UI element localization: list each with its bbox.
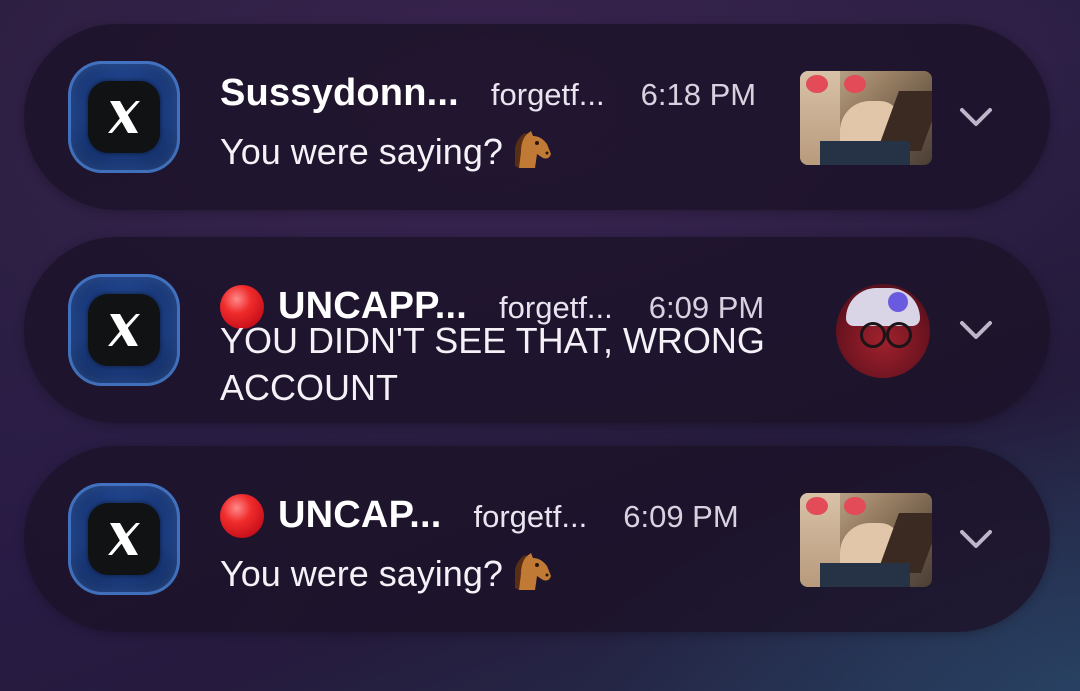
live-indicator-icon xyxy=(220,494,264,538)
account-name: forgetf... xyxy=(490,77,605,112)
message-text: You were saying? xyxy=(220,553,503,594)
chevron-down-icon[interactable] xyxy=(956,315,996,345)
notification-card[interactable]: UNCAP... forgetf... 6:09 PM You were say… xyxy=(24,446,1050,632)
notification-card[interactable]: UNCAPP... forgetf... 6:09 PM YOU DIDN'T … xyxy=(24,237,1050,423)
notification-header: Sussydonn... forgetf... 6:18 PM xyxy=(220,72,756,115)
chevron-down-icon[interactable] xyxy=(956,524,996,554)
timestamp: 6:09 PM xyxy=(623,499,739,534)
account-name: forgetf... xyxy=(473,499,588,534)
x-app-icon xyxy=(68,483,180,595)
avatar[interactable] xyxy=(836,284,930,378)
notification-header: UNCAP... forgetf... 6:09 PM xyxy=(220,494,739,538)
image-thumbnail[interactable] xyxy=(800,71,932,165)
x-app-icon xyxy=(68,61,180,173)
notification-message: YOU DIDN'T SEE THAT, WRONG ACCOUNT xyxy=(220,317,800,411)
horse-face-emoji xyxy=(509,552,553,603)
timestamp: 6:18 PM xyxy=(640,77,757,112)
x-app-icon xyxy=(68,274,180,386)
message-text: YOU DIDN'T SEE THAT, WRONG ACCOUNT xyxy=(220,320,765,408)
sender-name: Sussydonn... xyxy=(220,72,459,114)
notification-card[interactable]: Sussydonn... forgetf... 6:18 PM You were… xyxy=(24,24,1050,210)
message-text: You were saying? xyxy=(220,131,503,172)
chevron-down-icon[interactable] xyxy=(956,102,996,132)
notification-message: You were saying? xyxy=(220,128,800,181)
notification-message: You were saying? xyxy=(220,550,800,603)
horse-face-emoji xyxy=(509,130,553,181)
sender-name: UNCAP... xyxy=(278,494,442,536)
image-thumbnail[interactable] xyxy=(800,493,932,587)
